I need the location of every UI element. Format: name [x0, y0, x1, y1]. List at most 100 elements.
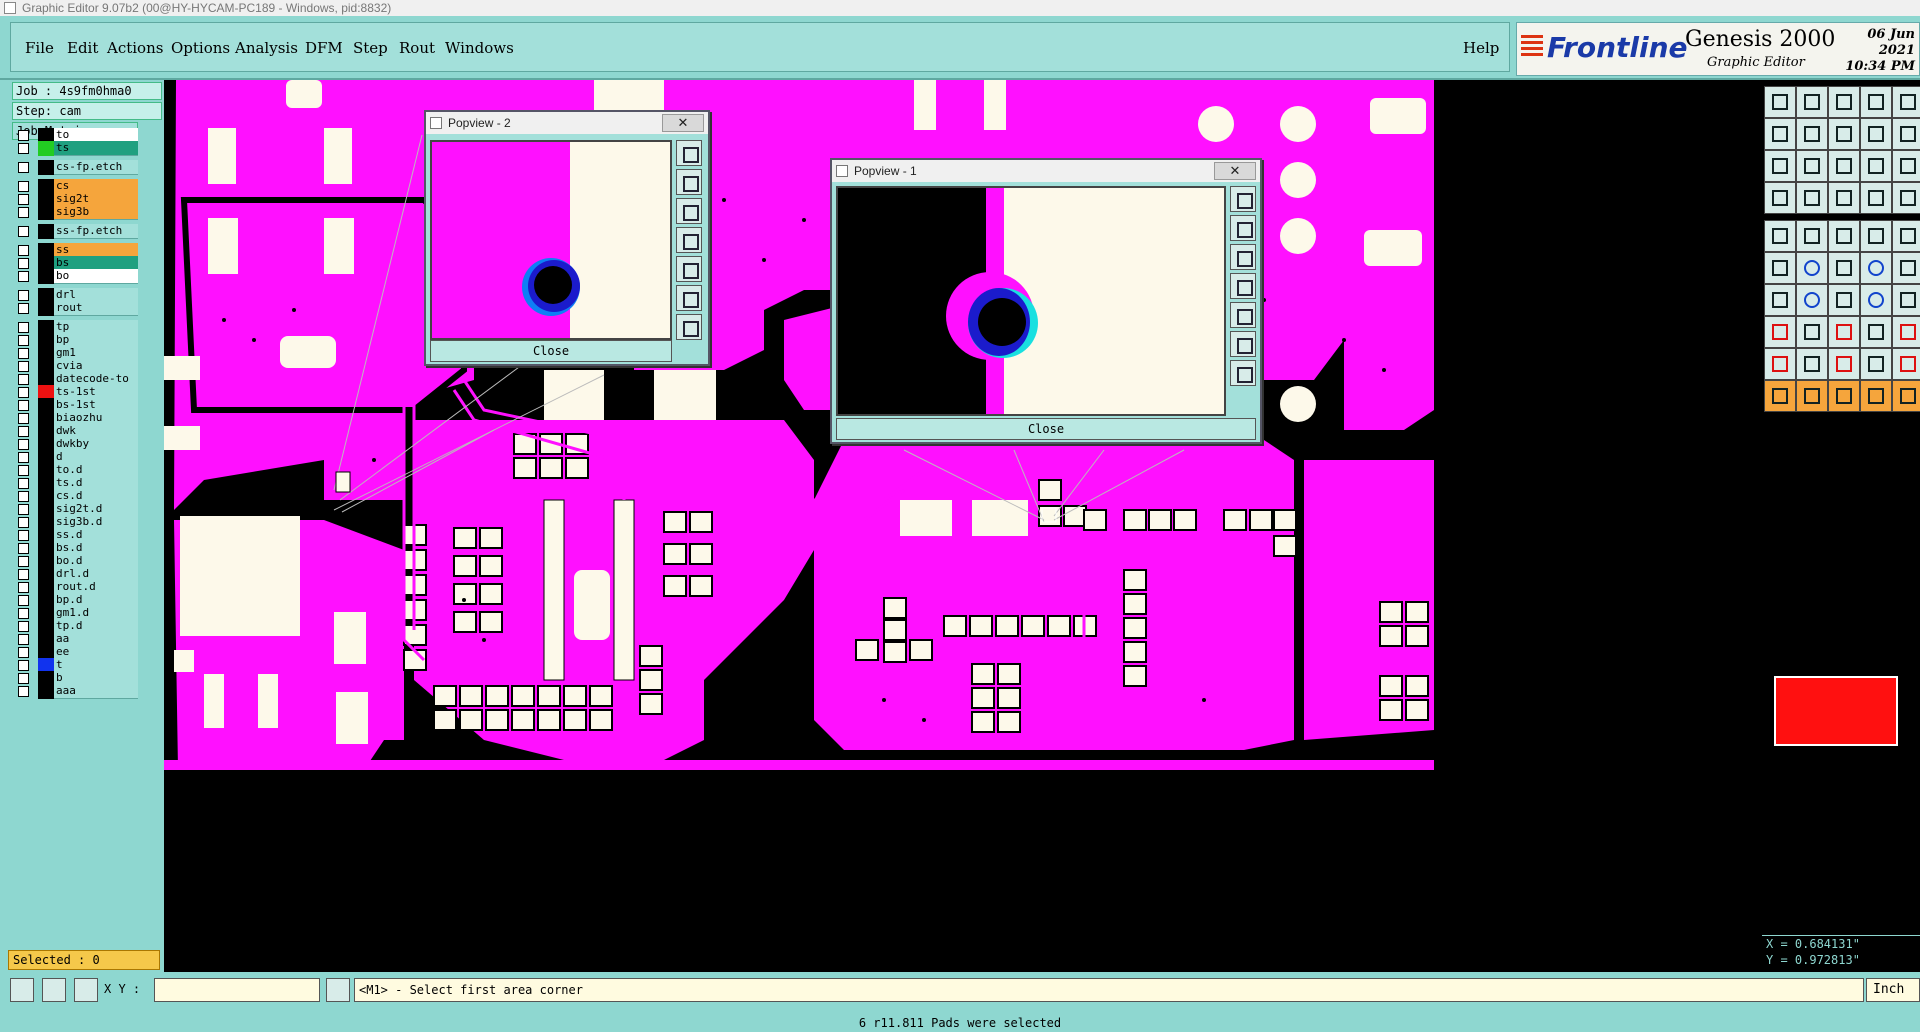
toolbar-tool-icon[interactable] [1796, 348, 1828, 380]
toolbar-tool-icon[interactable] [1796, 316, 1828, 348]
toolbar-tool-icon[interactable] [1764, 150, 1796, 182]
layer-checkbox[interactable] [18, 207, 29, 218]
layer-color-swatch[interactable] [38, 160, 54, 175]
toolbar-tool-icon[interactable] [1764, 284, 1796, 316]
layer-checkbox[interactable] [18, 130, 29, 141]
layer-checkbox[interactable] [18, 465, 29, 476]
layer-checkbox[interactable] [18, 517, 29, 528]
measure-icon[interactable] [42, 978, 66, 1002]
popview-tool-icon[interactable] [676, 227, 702, 253]
popview-2-close-button[interactable]: Close [430, 340, 672, 362]
toolbar-tool-icon[interactable] [1828, 284, 1860, 316]
layer-checkbox[interactable] [18, 634, 29, 645]
popview-tool-icon[interactable] [676, 169, 702, 195]
layer-color-swatch[interactable] [38, 141, 54, 156]
layer-checkbox[interactable] [18, 361, 29, 372]
toolbar-tool-icon[interactable] [1796, 118, 1828, 150]
toolbar-tool-icon[interactable] [1892, 284, 1920, 316]
menu-analysis[interactable]: Analysis [235, 39, 298, 57]
toolbar-tool-icon[interactable] [1828, 150, 1860, 182]
layer-checkbox[interactable] [18, 348, 29, 359]
toolbar-tool-icon[interactable] [1860, 380, 1892, 412]
popview-tool-icon[interactable] [676, 198, 702, 224]
layer-checkbox[interactable] [18, 290, 29, 301]
layer-checkbox[interactable] [18, 530, 29, 541]
layer-checkbox[interactable] [18, 439, 29, 450]
menu-windows[interactable]: Windows [445, 39, 514, 57]
popview-1-titlebar[interactable]: Popview - 1 ✕ [832, 160, 1260, 182]
toolbar-tool-icon[interactable] [1764, 182, 1796, 214]
popview-2-close-icon[interactable]: ✕ [662, 114, 704, 132]
toolbar-tool-icon[interactable] [1860, 252, 1892, 284]
toolbar-tool-icon[interactable] [1828, 220, 1860, 252]
menu-dfm[interactable]: DFM [305, 39, 343, 57]
layer-checkbox[interactable] [18, 543, 29, 554]
snap-icon[interactable] [10, 978, 34, 1002]
graphic-canvas[interactable]: Popview - 2 ✕ Close Popview - 1 ✕ Close [164, 80, 1760, 972]
toolbar-tool-icon[interactable] [1892, 118, 1920, 150]
layer-checkbox[interactable] [18, 143, 29, 154]
popview-1-window[interactable]: Popview - 1 ✕ Close [830, 158, 1262, 444]
layer-color-swatch[interactable] [38, 269, 54, 284]
toolbar-tool-icon[interactable] [1892, 182, 1920, 214]
popview-tool-icon[interactable] [676, 140, 702, 166]
toolbar-tool-icon[interactable] [1764, 252, 1796, 284]
toolbar-tool-icon[interactable] [1828, 316, 1860, 348]
grid-icon[interactable] [74, 978, 98, 1002]
layer-checkbox[interactable] [18, 226, 29, 237]
layer-row[interactable]: bo [14, 269, 138, 284]
popview-1-close-button[interactable]: Close [836, 418, 1256, 440]
layer-checkbox[interactable] [18, 686, 29, 697]
popview-tool-icon[interactable] [1230, 244, 1256, 270]
layer-checkbox[interactable] [18, 413, 29, 424]
layer-checkbox[interactable] [18, 595, 29, 606]
toolbar-tool-icon[interactable] [1860, 348, 1892, 380]
toolbar-tool-icon[interactable] [1892, 348, 1920, 380]
toolbar-tool-icon[interactable] [1796, 252, 1828, 284]
toolbar-tool-icon[interactable] [1828, 182, 1860, 214]
toolbar-tool-icon[interactable] [1796, 150, 1828, 182]
toolbar-tool-icon[interactable] [1892, 252, 1920, 284]
toolbar-tool-icon[interactable] [1892, 380, 1920, 412]
popview-tool-icon[interactable] [1230, 273, 1256, 299]
layer-checkbox[interactable] [18, 271, 29, 282]
popview-2-window[interactable]: Popview - 2 ✕ Close [424, 110, 710, 366]
toolbar-tool-icon[interactable] [1764, 348, 1796, 380]
toolbar-tool-icon[interactable] [1860, 150, 1892, 182]
toolbar-tool-icon[interactable] [1828, 252, 1860, 284]
toolbar-tool-icon[interactable] [1764, 86, 1796, 118]
toolbar-tool-icon[interactable] [1796, 220, 1828, 252]
info-icon[interactable] [326, 978, 350, 1002]
toolbar-tool-icon[interactable] [1828, 118, 1860, 150]
toolbar-tool-icon[interactable] [1860, 316, 1892, 348]
layer-checkbox[interactable] [18, 162, 29, 173]
toolbar-tool-icon[interactable] [1860, 220, 1892, 252]
layer-row[interactable]: sig3b [14, 205, 138, 220]
toolbar-tool-icon[interactable] [1796, 380, 1828, 412]
unit-selector[interactable]: Inch [1866, 978, 1920, 1002]
xy-input[interactable] [154, 978, 320, 1002]
popview-1-close-icon[interactable]: ✕ [1214, 162, 1256, 180]
popview-2-view[interactable] [430, 140, 672, 340]
layer-checkbox[interactable] [18, 452, 29, 463]
toolbar-tool-icon[interactable] [1860, 284, 1892, 316]
toolbar-tool-icon[interactable] [1860, 118, 1892, 150]
menu-actions[interactable]: Actions [107, 39, 163, 57]
layer-checkbox[interactable] [18, 478, 29, 489]
layer-checkbox[interactable] [18, 673, 29, 684]
toolbar-tool-icon[interactable] [1764, 316, 1796, 348]
popview-tool-icon[interactable] [1230, 360, 1256, 386]
layer-checkbox[interactable] [18, 335, 29, 346]
layer-checkbox[interactable] [18, 660, 29, 671]
layer-row[interactable]: aaa [14, 684, 138, 699]
toolbar-tool-icon[interactable] [1796, 86, 1828, 118]
toolbar-tool-icon[interactable] [1892, 220, 1920, 252]
layer-checkbox[interactable] [18, 569, 29, 580]
toolbar-tool-icon[interactable] [1860, 182, 1892, 214]
popview-tool-icon[interactable] [676, 256, 702, 282]
layer-name[interactable]: cs-fp.etch [54, 160, 138, 175]
popview-tool-icon[interactable] [1230, 215, 1256, 241]
layer-name[interactable]: aaa [54, 684, 138, 699]
popview-tool-icon[interactable] [1230, 186, 1256, 212]
layer-checkbox[interactable] [18, 387, 29, 398]
